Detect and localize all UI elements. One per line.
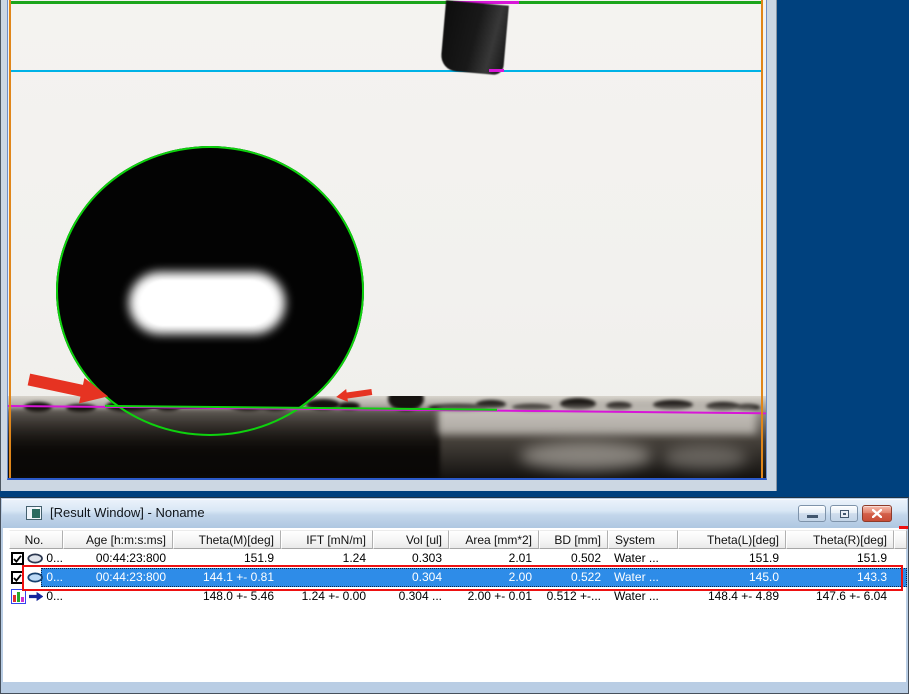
cell-theta-m: 144.1 +- 0.81	[173, 568, 281, 587]
minimize-button[interactable]	[798, 505, 826, 522]
needle-reference-line	[11, 70, 761, 72]
eye-icon	[27, 552, 43, 565]
cell-theta-r: 143.3	[786, 568, 894, 587]
top-reference-line	[11, 1, 763, 4]
column-header-no[interactable]: No.	[9, 530, 63, 549]
table-row[interactable]: 0... 00:44:23:800 151.9 1.24 0.303 2.01 …	[9, 549, 907, 568]
cell-vol: 0.304 ...	[373, 587, 449, 606]
cell-area: 2.01	[449, 549, 539, 568]
cell-system: Water ...	[608, 549, 678, 568]
cell-theta-r: 147.6 +- 6.04	[786, 587, 894, 606]
cell-bd: 0.512 +-...	[539, 587, 608, 606]
dosing-needle	[440, 0, 509, 75]
cell-age: 00:44:23:800	[63, 568, 173, 587]
cell-system: Water ...	[608, 568, 678, 587]
result-table-area: No. Age [h:m:s:ms] Theta(M)[deg] IFT [mN…	[3, 528, 906, 682]
column-header-theta-l[interactable]: Theta(L)[deg]	[678, 530, 786, 549]
close-button[interactable]	[862, 505, 892, 522]
cell-vol: 0.303	[373, 549, 449, 568]
table-row-statistics[interactable]: 0... 148.0 +- 5.46 1.24 +- 0.00 0.304 ..…	[9, 587, 907, 606]
cell-bd: 0.522	[539, 568, 608, 587]
row-checkbox-checked[interactable]	[11, 552, 24, 565]
minimize-icon	[807, 515, 818, 518]
column-header-bd[interactable]: BD [mm]	[539, 530, 608, 549]
arrow-right-icon	[29, 591, 43, 602]
right-guide-line	[761, 0, 763, 478]
result-table: No. Age [h:m:s:ms] Theta(M)[deg] IFT [mN…	[9, 530, 907, 606]
image-window	[0, 0, 777, 491]
statistics-chart-icon	[11, 589, 26, 604]
row-no: 0...	[46, 568, 63, 587]
cell-bd: 0.502	[539, 549, 608, 568]
result-window: [Result Window] - Noname No. Age [h:m:s:…	[0, 497, 909, 694]
cell-vol: 0.304	[373, 568, 449, 587]
column-header-age[interactable]: Age [h:m:s:ms]	[63, 530, 173, 549]
cell-theta-r: 151.9	[786, 549, 894, 568]
table-row-selected[interactable]: 0... 00:44:23:800 144.1 +- 0.81 0.304 2.…	[9, 568, 907, 587]
column-header-system[interactable]: System	[608, 530, 678, 549]
cell-theta-l: 145.0	[678, 568, 786, 587]
cell-theta-l: 151.9	[678, 549, 786, 568]
column-header-theta-m[interactable]: Theta(M)[deg]	[173, 530, 281, 549]
needle-magenta-tick	[489, 69, 504, 72]
row-checkbox-checked[interactable]	[11, 571, 24, 584]
eye-icon	[27, 571, 43, 584]
column-header-filler	[894, 530, 907, 549]
close-icon	[872, 509, 882, 518]
result-window-icon	[26, 506, 42, 520]
result-window-titlebar[interactable]: [Result Window] - Noname	[2, 499, 907, 528]
restore-icon	[840, 510, 849, 518]
column-header-area[interactable]: Area [mm*2]	[449, 530, 539, 549]
result-window-title: [Result Window] - Noname	[50, 505, 205, 520]
cell-ift: 1.24	[281, 549, 373, 568]
cell-theta-m: 151.9	[173, 549, 281, 568]
cell-ift: 1.24 +- 0.00	[281, 587, 373, 606]
restore-button[interactable]	[830, 505, 858, 522]
column-header-ift[interactable]: IFT [mN/m]	[281, 530, 373, 549]
left-guide-line	[9, 0, 11, 478]
cell-area: 2.00	[449, 568, 539, 587]
cell-age: 00:44:23:800	[63, 549, 173, 568]
annotation-red-mark	[899, 526, 908, 529]
table-header-row: No. Age [h:m:s:ms] Theta(M)[deg] IFT [mN…	[9, 530, 907, 549]
row-no: 0...	[46, 549, 63, 568]
column-header-theta-r[interactable]: Theta(R)[deg]	[786, 530, 894, 549]
cell-theta-m: 148.0 +- 5.46	[173, 587, 281, 606]
cell-area: 2.00 +- 0.01	[449, 587, 539, 606]
cell-system: Water ...	[608, 587, 678, 606]
column-header-vol[interactable]: Vol [ul]	[373, 530, 449, 549]
cell-age	[63, 587, 173, 606]
cell-ift	[281, 568, 373, 587]
camera-view	[7, 0, 767, 480]
row-no: 0...	[46, 587, 63, 606]
cell-theta-l: 148.4 +- 4.89	[678, 587, 786, 606]
